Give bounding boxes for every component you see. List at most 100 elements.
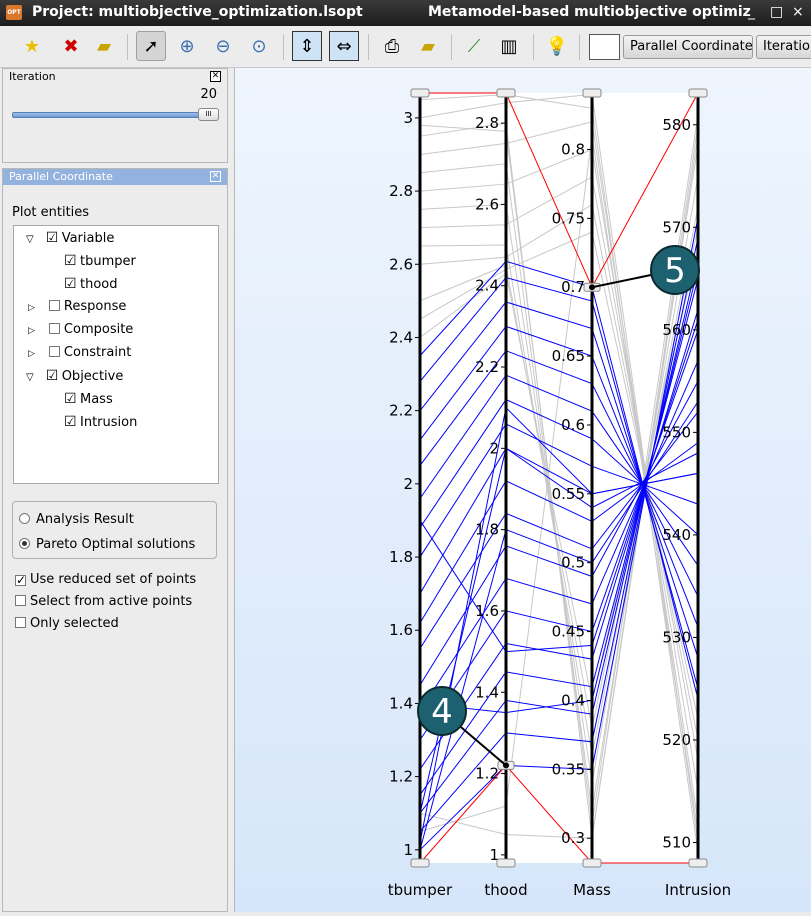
- plot-canvas[interactable]: 11.21.41.61.822.22.42.62.83tbumper11.21.…: [235, 68, 811, 912]
- tree-item-thood[interactable]: ☑ thood: [64, 276, 118, 296]
- tree-item-response[interactable]: ▷ Response: [28, 299, 126, 319]
- checkbox-only-selected[interactable]: Only selected: [15, 616, 119, 636]
- axis-range-handle[interactable]: [496, 88, 516, 98]
- window-title: Project: multiobjective_optimization.lso…: [32, 4, 363, 20]
- zoom-in-icon[interactable]: ⊕: [172, 31, 202, 61]
- iteration-value: 20: [200, 87, 217, 102]
- tick-label: 1.4: [475, 683, 499, 701]
- callout-anchor: [503, 762, 509, 769]
- tick-label: 1: [403, 841, 413, 859]
- axis-range-handle[interactable]: [582, 88, 602, 98]
- tick-label: 2.8: [475, 114, 499, 132]
- tick-label: 1.2: [389, 768, 413, 786]
- maximize-button[interactable]: □: [770, 4, 783, 20]
- print-icon[interactable]: ⎙: [377, 31, 407, 61]
- tree-item-constraint[interactable]: ▷ Constraint: [28, 345, 131, 365]
- radio-analysis-result[interactable]: Analysis Result: [19, 512, 134, 532]
- tab-iteration[interactable]: Iteration: [756, 35, 811, 59]
- tree-item-composite[interactable]: ▷ Composite: [28, 322, 133, 342]
- tick-label: 0.7: [561, 278, 585, 296]
- iteration-slider[interactable]: [12, 112, 208, 118]
- radio-pareto-optimal[interactable]: Pareto Optimal solutions: [19, 537, 195, 557]
- open-folder-icon[interactable]: ▰: [89, 31, 119, 61]
- tick-label: 520: [662, 731, 691, 749]
- tick-label: 2.4: [389, 328, 413, 346]
- plot-entities-label: Plot entities: [12, 205, 90, 220]
- axis-label-Mass: Mass: [573, 881, 611, 899]
- axis-label-thood: thood: [484, 881, 527, 899]
- iteration-dock-title: Iteration ✕: [9, 70, 221, 83]
- axis-range-handle[interactable]: [582, 858, 602, 868]
- table-icon[interactable]: ▥: [494, 31, 524, 61]
- axis-label-Intrusion: Intrusion: [665, 881, 731, 899]
- color-swatch[interactable]: [589, 34, 620, 60]
- tick-label: 0.4: [561, 691, 585, 709]
- title-bar: OPT Project: multiobjective_optimization…: [0, 0, 811, 26]
- delete-plot-icon[interactable]: ✖: [56, 31, 86, 61]
- tick-label: 550: [662, 423, 691, 441]
- callout-label: 5: [664, 251, 686, 291]
- tick-label: 2.2: [475, 358, 499, 376]
- callout-anchor: [589, 284, 595, 291]
- iteration-dock: Iteration ✕ 20 III: [2, 68, 228, 163]
- slider-handle[interactable]: III: [198, 108, 219, 121]
- tick-label: 540: [662, 526, 691, 544]
- tree-item-variable[interactable]: ▽ ☑ Variable: [26, 230, 114, 250]
- result-type-group: Analysis Result Pareto Optimal solutions: [12, 501, 217, 559]
- axis-range-handle[interactable]: [496, 858, 516, 868]
- tick-label: 0.35: [552, 760, 585, 778]
- toolbar: ★ ✖ ▰ ➚ ⊕ ⊖ ⊙ ⇕ ⇔ ⎙ ▰ ⟋ ▥ 💡 Parallel Coo…: [0, 26, 811, 68]
- tick-label: 0.65: [552, 347, 585, 365]
- tick-label: 2: [489, 439, 499, 457]
- checkbox-select-from-active[interactable]: Select from active points: [15, 594, 192, 614]
- new-plot-icon[interactable]: ★: [17, 31, 47, 61]
- tick-label: 0.45: [552, 623, 585, 641]
- tree-item-objective[interactable]: ▽ ☑ Objective: [26, 368, 123, 388]
- tick-label: 2.4: [475, 277, 499, 295]
- axis-range-handle[interactable]: [688, 88, 708, 98]
- tick-label: 2.2: [389, 402, 413, 420]
- axis-range-handle[interactable]: [688, 858, 708, 868]
- minimize-button[interactable]: _: [748, 4, 755, 20]
- tick-label: 1.6: [475, 602, 499, 620]
- tick-label: 1.6: [389, 621, 413, 639]
- window-subtitle: Metamodel-based multiobjective optimiz: [428, 4, 751, 20]
- tick-label: 560: [662, 321, 691, 339]
- tick-label: 2.8: [389, 182, 413, 200]
- tick-label: 1.2: [475, 765, 499, 783]
- tick-label: 0.75: [552, 209, 585, 227]
- zoom-reset-icon[interactable]: ⊙: [244, 31, 274, 61]
- tick-label: 2.6: [389, 255, 413, 273]
- tick-label: 0.3: [561, 829, 585, 847]
- tree-item-mass[interactable]: ☑ Mass: [64, 391, 113, 411]
- tick-label: 1.4: [389, 694, 413, 712]
- link-icon[interactable]: ⟋: [459, 31, 489, 61]
- checkbox-use-reduced-set[interactable]: ✓ Use reduced set of points: [15, 572, 196, 592]
- parallel-coordinate-dock: Parallel Coordinate ✕ Plot entities ▽ ☑ Var…: [2, 168, 228, 912]
- save-image-icon[interactable]: ▰: [413, 31, 443, 61]
- tree-item-tbumper[interactable]: ☑ tbumper: [64, 253, 136, 273]
- tick-label: 0.55: [552, 485, 585, 503]
- tip-bulb-icon[interactable]: 💡: [542, 31, 572, 61]
- tab-parallel-coordinate[interactable]: Parallel Coordinate: [623, 35, 753, 59]
- axis-range-handle[interactable]: [410, 858, 430, 868]
- fit-horizontal-icon[interactable]: ⇔: [329, 31, 359, 61]
- zoom-out-icon[interactable]: ⊖: [208, 31, 238, 61]
- tick-label: 1.8: [475, 521, 499, 539]
- parallel-coordinate-plot[interactable]: 1 1.2 1.4 1.6 1.8 2 2.2 2.4 2.6 2.8 3 tbumper 1 1.2 1.…: [234, 68, 811, 912]
- close-icon[interactable]: ✕: [210, 71, 221, 82]
- fit-vertical-icon[interactable]: ⇕: [292, 31, 322, 61]
- tree-item-intrusion[interactable]: ☑ Intrusion: [64, 414, 137, 434]
- axis-range-handle[interactable]: [410, 88, 430, 98]
- callout-label: 4: [431, 692, 453, 732]
- tick-label: 2.6: [475, 195, 499, 213]
- tick-label: 2: [403, 475, 413, 493]
- tick-label: 530: [662, 628, 691, 646]
- pointer-icon[interactable]: ➚: [136, 31, 166, 61]
- close-icon[interactable]: ✕: [210, 171, 221, 182]
- tick-label: 570: [662, 218, 691, 236]
- left-panel: Iteration ✕ 20 III Parallel Coordinate ✕ P…: [0, 68, 230, 912]
- tick-label: 510: [662, 833, 691, 851]
- close-button[interactable]: ×: [792, 4, 804, 20]
- plot-entities-tree: ▽ ☑ Variable ☑ tbumper ☑ thood ▷ Response ▷ Co…: [13, 225, 219, 484]
